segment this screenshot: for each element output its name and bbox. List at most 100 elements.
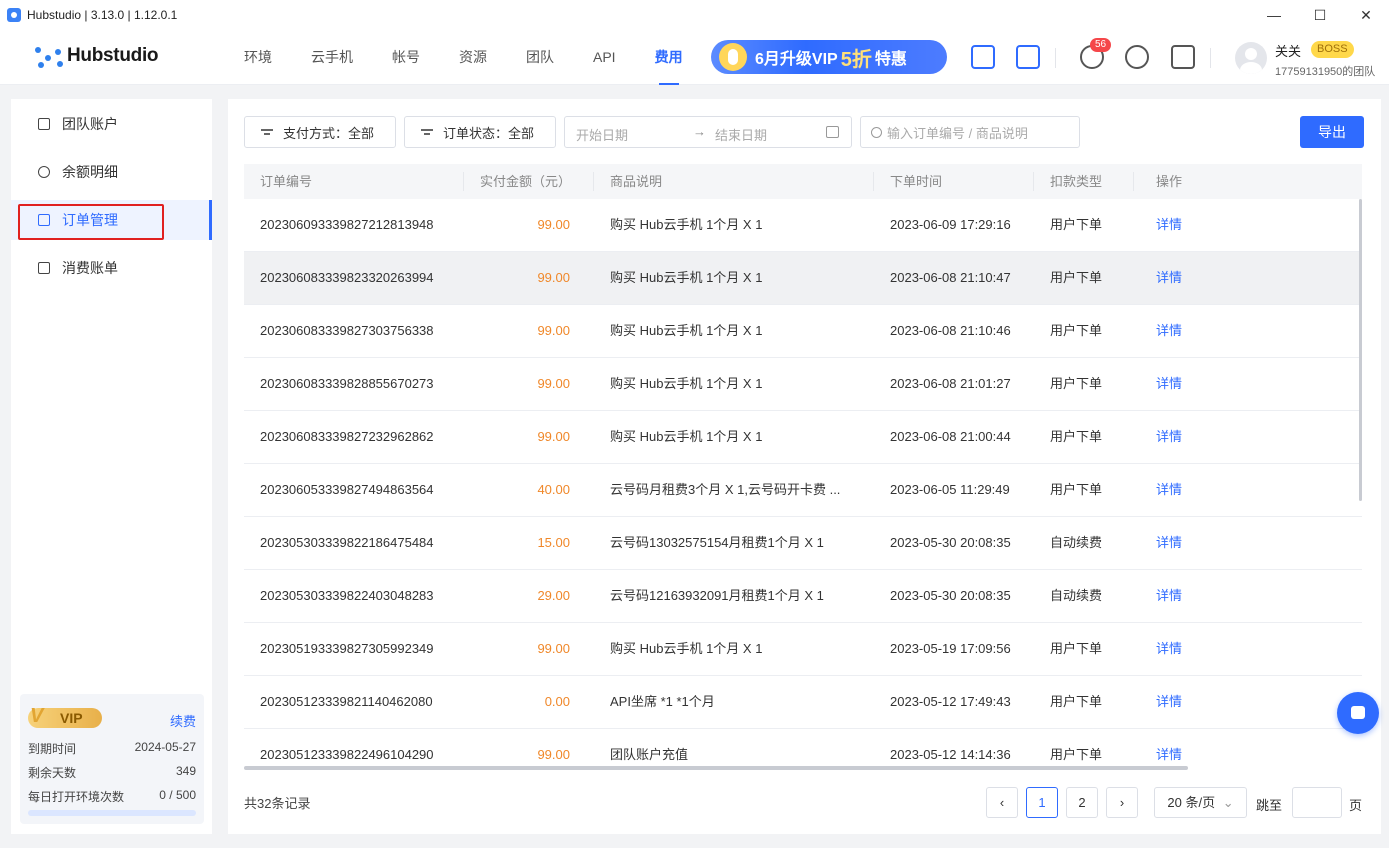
table-row[interactable]: 202306093339827212813948 99.00 购买 Hub云手机 1… [244, 199, 1362, 252]
maximize-button[interactable]: ☐ [1297, 0, 1343, 30]
vip-card: VIP 续费 到期时间 2024-05-27 剩余天数 349 每日打开环境次数… [20, 694, 204, 824]
column-order-time: 下单时间 [890, 174, 943, 189]
table-row[interactable]: 202306053339827494863564 40.00 云号码月租费3个月 X… [244, 464, 1362, 517]
description-cell: 购买 Hub云手机 1个月 X 1 [610, 641, 763, 656]
bill-icon [38, 262, 50, 274]
detail-link[interactable]: 详情 [1156, 358, 1182, 410]
clipboard-icon [38, 214, 50, 226]
sidebar-item-team-account[interactable]: 团队账户 [11, 104, 212, 144]
nav-billing[interactable]: 费用 [641, 30, 697, 85]
description-cell: 购买 Hub云手机 1个月 X 1 [610, 376, 763, 391]
detail-link[interactable]: 详情 [1156, 570, 1182, 622]
clock-doc-icon[interactable] [1171, 45, 1195, 69]
vip-expire-label: 到期时间 [28, 742, 77, 756]
table-row[interactable]: 202305303339822186475484 15.00 云号码13032575… [244, 517, 1362, 570]
nav-accounts[interactable]: 帐号 [378, 30, 434, 85]
nav-environment[interactable]: 环境 [230, 30, 286, 85]
order-time-cell: 2023-05-12 14:14:36 [890, 747, 1011, 762]
description-cell: 购买 Hub云手机 1个月 X 1 [610, 270, 763, 285]
export-button[interactable]: 导出 [1300, 116, 1364, 148]
nav-resources[interactable]: 资源 [445, 30, 501, 85]
order-time-cell: 2023-05-30 20:08:35 [890, 588, 1011, 603]
table-row[interactable]: 202306083339828855670273 99.00 购买 Hub云手机 1… [244, 358, 1362, 411]
end-date-input[interactable]: 结束日期 [715, 125, 767, 144]
promo-suffix: 特惠 [874, 51, 907, 68]
page-2-button[interactable]: 2 [1066, 787, 1098, 818]
detail-link[interactable]: 详情 [1156, 729, 1182, 766]
detail-link[interactable]: 详情 [1156, 199, 1182, 251]
start-date-input[interactable]: 开始日期 [576, 125, 628, 144]
page-1-button[interactable]: 1 [1026, 787, 1058, 818]
yen-icon [38, 166, 50, 178]
avatar[interactable] [1235, 42, 1267, 74]
charge-type-cell: 用户下单 [1050, 694, 1103, 709]
sidebar-item-consumption-bill[interactable]: 消费账单 [11, 248, 212, 288]
detail-link[interactable]: 详情 [1156, 411, 1182, 463]
order-id-cell: 202306083339828855670273 [260, 376, 434, 391]
renew-link[interactable]: 续费 [170, 711, 196, 730]
column-divider [593, 172, 594, 191]
order-id-cell: 202305303339822186475484 [260, 535, 434, 550]
role-badge: BOSS [1311, 41, 1354, 58]
sidebar-item-balance-detail[interactable]: 余额明细 [11, 152, 212, 192]
detail-link[interactable]: 详情 [1156, 464, 1182, 516]
prev-page-button[interactable]: ‹ [986, 787, 1018, 818]
table-row[interactable]: 202305123339821140462080 0.00 API坐席 *1 *1个… [244, 676, 1362, 729]
window-controls: — ☐ ✕ [1251, 0, 1389, 30]
date-range-picker[interactable]: 开始日期 → 结束日期 [564, 116, 852, 148]
page-size-select[interactable]: 20 条/页 ⌄ [1154, 787, 1247, 818]
payment-method-label: 支付方式：全部 [283, 125, 375, 141]
amount-cell: 99.00 [537, 270, 570, 285]
chat-support-button[interactable] [1337, 692, 1379, 734]
scan-device-icon[interactable] [971, 45, 995, 69]
table-row[interactable]: 202306083339823320263994 99.00 购买 Hub云手机 1… [244, 252, 1362, 305]
table-row[interactable]: 202306083339827303756338 99.00 购买 Hub云手机 1… [244, 305, 1362, 358]
nav-cloud-phone[interactable]: 云手机 [297, 30, 367, 85]
vertical-scrollbar[interactable] [1359, 199, 1362, 501]
detail-link[interactable]: 详情 [1156, 676, 1182, 728]
amount-cell: 99.00 [537, 641, 570, 656]
sidebar-item-order-management[interactable]: 订单管理 [11, 200, 212, 240]
column-divider [1133, 172, 1134, 191]
table-row[interactable]: 202305123339822496104290 99.00 团队账户充值 2023-… [244, 729, 1362, 766]
table-row[interactable]: 202306083339827232962862 99.00 购买 Hub云手机 1… [244, 411, 1362, 464]
payment-method-filter[interactable]: 支付方式：全部 [244, 116, 396, 148]
description-cell: 云号码月租费3个月 X 1,云号码开卡费 ... [610, 482, 841, 497]
page-suffix: 页 [1349, 798, 1363, 813]
user-name[interactable]: 关关 [1275, 41, 1301, 60]
table-row[interactable]: 202305303339822403048283 29.00 云号码12163932… [244, 570, 1362, 623]
detail-link[interactable]: 详情 [1156, 305, 1182, 357]
sync-download-icon[interactable] [1125, 45, 1149, 69]
detail-link[interactable]: 详情 [1156, 623, 1182, 675]
monitor-icon[interactable] [1016, 45, 1040, 69]
column-amount: 实付金额（元） [480, 174, 572, 189]
order-id-cell: 202305123339822496104290 [260, 747, 434, 762]
amount-cell: 99.00 [537, 217, 570, 232]
order-time-cell: 2023-06-08 21:10:47 [890, 270, 1011, 285]
next-page-button[interactable]: › [1106, 787, 1138, 818]
order-time-cell: 2023-05-19 17:09:56 [890, 641, 1011, 656]
jump-page-input[interactable] [1292, 787, 1342, 818]
detail-link[interactable]: 详情 [1156, 252, 1182, 304]
horizontal-scrollbar[interactable] [244, 766, 1188, 770]
vip-daily-value: 0 / 500 [159, 788, 196, 802]
app-icon [7, 8, 21, 22]
filter-icon [261, 127, 273, 137]
order-status-filter[interactable]: 订单状态：全部 [404, 116, 556, 148]
nav-team[interactable]: 团队 [512, 30, 568, 85]
charge-type-cell: 用户下单 [1050, 747, 1103, 762]
nav-api[interactable]: API [579, 30, 630, 85]
vip-badge: VIP [28, 706, 102, 728]
search-input[interactable]: 输入订单编号 / 商品说明 [860, 116, 1080, 148]
close-button[interactable]: ✕ [1343, 0, 1389, 30]
detail-link[interactable]: 详情 [1156, 517, 1182, 569]
minimize-button[interactable]: — [1251, 0, 1297, 30]
vip-expire-value: 2024-05-27 [134, 740, 196, 754]
table-row[interactable]: 202305193339827305992349 99.00 购买 Hub云手机 1… [244, 623, 1362, 676]
vip-promo-banner[interactable]: 6月升级VIP 5折 特惠 [711, 40, 947, 74]
description-cell: 购买 Hub云手机 1个月 X 1 [610, 217, 763, 232]
order-time-cell: 2023-06-05 11:29:49 [890, 482, 1010, 497]
logo[interactable]: Hubstudio [35, 43, 159, 69]
page-size-value: 20 条/页 [1167, 795, 1216, 810]
column-divider [873, 172, 874, 191]
